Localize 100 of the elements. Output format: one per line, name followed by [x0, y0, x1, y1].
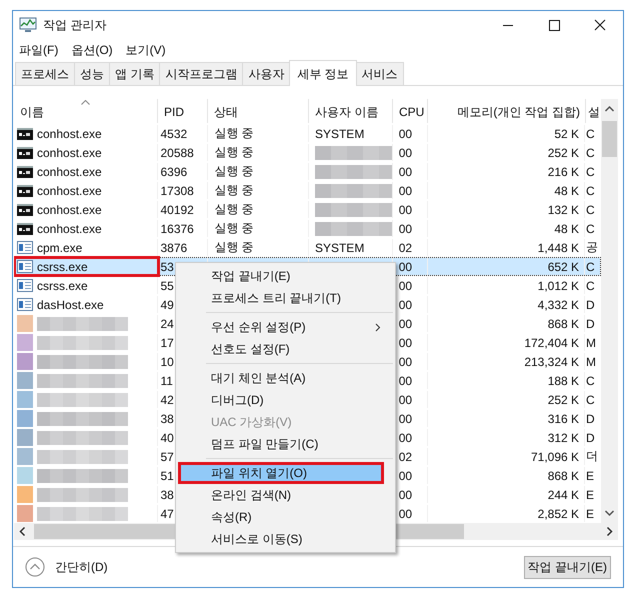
pid-cell: 3876	[160, 240, 188, 254]
table-cell: C	[586, 164, 595, 178]
cpu-cell: 00	[398, 392, 412, 406]
memory-cell: 48 K	[554, 184, 580, 198]
status-cell: 실행 중	[214, 239, 254, 256]
memory-cell: 216 K	[548, 164, 580, 178]
memory-cell: 71,096 K	[531, 450, 580, 464]
process-name: conhost.exe	[37, 146, 102, 160]
table-cell: D	[586, 316, 595, 330]
pid-cell: 57	[160, 450, 174, 464]
cpu-cell: 00	[398, 488, 412, 502]
table-cell: C	[586, 222, 595, 236]
pid-cell: 38	[160, 488, 174, 502]
status-cell: 실행 중	[214, 220, 254, 237]
table-cell: M	[586, 354, 596, 368]
table-cell: E	[586, 488, 594, 502]
table-cell: D	[586, 412, 595, 426]
cpu-cell: 00	[398, 316, 412, 330]
pid-cell: 6396	[160, 164, 188, 178]
cpu-cell: 00	[398, 336, 412, 350]
pid-cell: 17308	[160, 184, 194, 198]
table-cell: C	[586, 126, 595, 140]
cpu-cell: 02	[398, 240, 412, 254]
table-cell: C	[586, 374, 595, 388]
cpu-cell: 00	[398, 202, 412, 216]
process-name: conhost.exe	[37, 222, 102, 236]
pid-cell: 51	[160, 468, 174, 482]
pid-cell: 24	[160, 316, 174, 330]
memory-cell: 316 K	[548, 412, 580, 426]
memory-cell: 1,012 K	[538, 278, 580, 292]
cpu-cell: 00	[398, 164, 412, 178]
memory-cell: 252 K	[548, 392, 580, 406]
pid-cell: 49	[160, 298, 174, 312]
cpu-cell: 00	[398, 374, 412, 388]
table-cell: C	[586, 146, 595, 160]
memory-cell: 252 K	[548, 146, 580, 160]
cpu-cell: 00	[398, 430, 412, 444]
memory-cell: 652 K	[548, 260, 580, 274]
table-cell: E	[586, 506, 594, 520]
pid-cell: 55	[160, 278, 174, 292]
pid-cell: 10	[160, 354, 174, 368]
process-name: cpm.exe	[37, 240, 82, 254]
memory-cell: 1,448 K	[538, 240, 580, 254]
memory-cell: 188 K	[548, 374, 580, 388]
cpu-cell: 00	[398, 468, 412, 482]
cpu-cell: 00	[398, 126, 412, 140]
pid-cell: 40	[160, 430, 174, 444]
memory-cell: 312 K	[548, 430, 580, 444]
table-cell: C	[586, 202, 595, 216]
pid-cell: 38	[160, 412, 174, 426]
pid-cell: 4532	[160, 126, 188, 140]
pid-cell: 16376	[160, 222, 194, 236]
process-name: conhost.exe	[37, 202, 102, 216]
pid-cell: 11	[160, 374, 173, 388]
memory-cell: 52 K	[554, 126, 580, 140]
pid-cell: 40192	[160, 202, 194, 216]
user-cell: SYSTEM	[314, 240, 364, 254]
pid-cell: 17	[160, 336, 174, 350]
process-name: csrss.exe	[37, 278, 88, 292]
cpu-cell: 00	[398, 354, 412, 368]
status-cell: 실행 중	[214, 182, 254, 199]
cpu-cell: 00	[398, 184, 412, 198]
memory-cell: 132 K	[548, 202, 580, 216]
table-cell: 더	[586, 448, 598, 465]
memory-cell: 213,324 K	[524, 354, 580, 368]
table-cell: M	[586, 336, 596, 350]
cpu-cell: 00	[398, 412, 412, 426]
memory-cell: 868 K	[548, 316, 580, 330]
pid-cell: 47	[160, 506, 174, 520]
pid-cell: 42	[160, 392, 174, 406]
table-cell: D	[586, 298, 595, 312]
table-cell: C	[586, 184, 595, 198]
pid-cell: 53	[160, 260, 174, 274]
memory-cell: 868 K	[548, 468, 580, 482]
memory-cell: 48 K	[554, 222, 580, 236]
memory-cell: 172,404 K	[524, 336, 580, 350]
status-cell: 실행 중	[214, 201, 254, 218]
table-cell: C	[586, 278, 595, 292]
process-name: conhost.exe	[37, 184, 102, 198]
pid-cell: 20588	[160, 146, 194, 160]
process-name: conhost.exe	[37, 164, 102, 178]
table-cell: D	[586, 430, 595, 444]
table-cell: 공	[586, 239, 598, 256]
cpu-cell: 00	[398, 222, 412, 236]
cpu-cell: 00	[398, 506, 412, 520]
status-cell: 실행 중	[214, 163, 254, 180]
table-cell: C	[586, 260, 595, 274]
window-title: 작업 관리자	[43, 16, 108, 34]
memory-cell: 2,852 K	[538, 506, 580, 520]
cpu-cell: 02	[398, 450, 412, 464]
process-name: csrss.exe	[37, 260, 88, 274]
memory-cell: 244 K	[548, 488, 580, 502]
cpu-cell: 00	[398, 298, 412, 312]
status-cell: 실행 중	[214, 144, 254, 161]
process-name: dasHost.exe	[37, 298, 104, 312]
user-cell: SYSTEM	[314, 126, 364, 140]
cpu-cell: 00	[398, 260, 412, 274]
process-name: conhost.exe	[37, 126, 102, 140]
table-cell: C	[586, 392, 595, 406]
cpu-cell: 00	[398, 278, 412, 292]
